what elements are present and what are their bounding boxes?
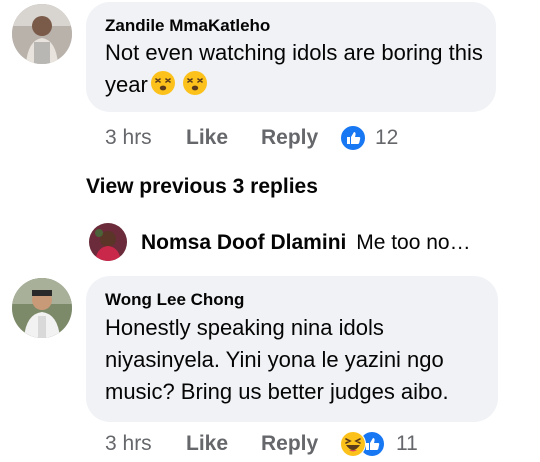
comment-time[interactable]: 3 hrs <box>105 126 152 150</box>
like-button[interactable]: Like <box>186 126 228 150</box>
comment-author[interactable]: Wong Lee Chong <box>105 290 244 310</box>
avatar[interactable] <box>89 223 127 261</box>
haha-icon[interactable] <box>340 431 366 457</box>
like-icon[interactable] <box>340 125 366 151</box>
reply-author[interactable]: Nomsa Doof Dlamini <box>141 231 346 254</box>
like-button[interactable]: Like <box>186 432 228 456</box>
reply-button[interactable]: Reply <box>261 126 318 150</box>
view-previous-replies-link[interactable]: View previous 3 replies <box>86 175 318 199</box>
comment-text: Not even watching idols are boring this … <box>105 37 490 101</box>
avatar[interactable] <box>12 278 72 338</box>
dizzy-face-icon <box>150 70 176 96</box>
comment-text: Honestly speaking nina idols niyasinyela… <box>105 315 449 404</box>
avatar[interactable] <box>12 4 72 64</box>
reply-preview[interactable]: Nomsa Doof Dlamini Me too no… <box>141 231 511 255</box>
reply-snippet: Me too no… <box>356 231 471 254</box>
dizzy-face-icon <box>182 70 208 96</box>
comment-time[interactable]: 3 hrs <box>105 432 152 456</box>
reaction-count[interactable]: 12 <box>375 126 398 150</box>
reaction-count[interactable]: 11 <box>396 432 418 456</box>
comment-author[interactable]: Zandile MmaKatleho <box>105 16 270 36</box>
reply-button[interactable]: Reply <box>261 432 318 456</box>
